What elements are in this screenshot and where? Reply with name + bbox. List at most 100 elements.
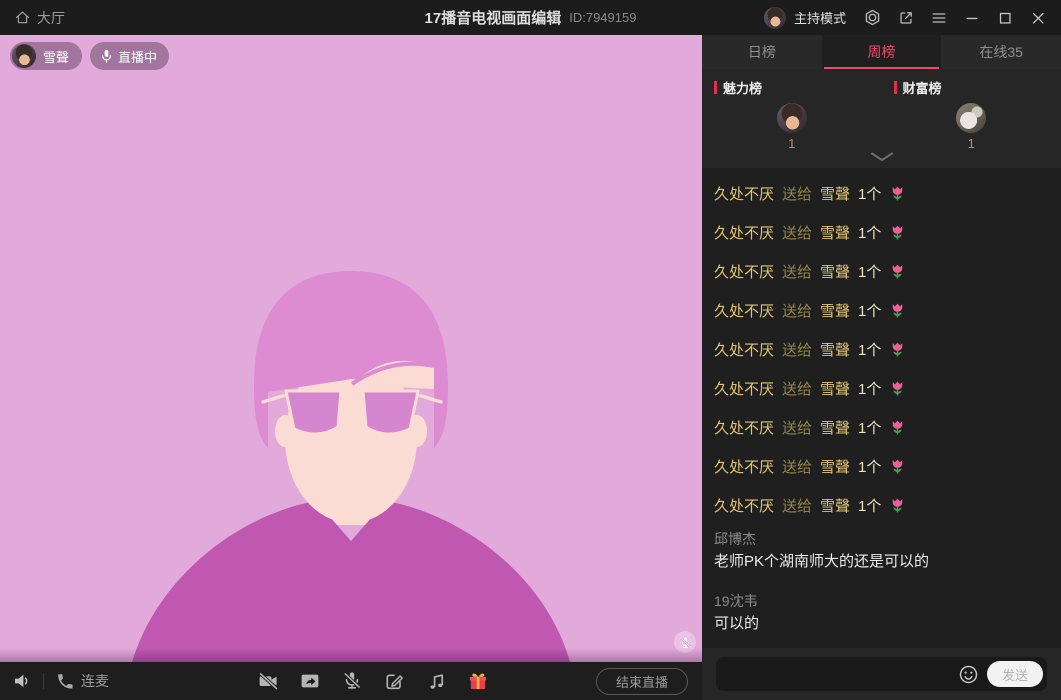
home-icon (14, 9, 31, 26)
lobby-button[interactable]: 大厅 (14, 8, 65, 28)
rank-column: 魅力榜 1 (702, 69, 882, 168)
title-bar: 大厅 17播音电视画面编辑 ID:7949159 主持模式 (0, 0, 1061, 35)
rank-column: 财富榜 1 (882, 69, 1061, 168)
streamer-illustration (0, 35, 702, 662)
speaker-button[interactable] (12, 671, 32, 691)
chat-input[interactable] (728, 666, 950, 682)
gift-action: 送给 (782, 339, 812, 360)
ranking-tabs: 日榜 周榜 在线35 (702, 35, 1061, 69)
chat-message: 邱博杰 老师PK个湖南师大的还是可以的 (714, 529, 1049, 572)
speaker-icon (12, 671, 32, 691)
tulip-icon (889, 263, 906, 280)
chat-sender: 19沈韦 (714, 591, 1049, 611)
host-mode-menu[interactable]: 主持模式 (764, 7, 848, 29)
gift-message: 久处不厌 送给 雪聲 1个 (714, 369, 1049, 408)
gift-recipient: 雪聲 (820, 183, 850, 204)
chevron-down-icon (870, 152, 894, 162)
rank-tab-label: 周榜 (868, 42, 896, 62)
rank-tab[interactable]: 在线35 (941, 35, 1061, 69)
tulip-icon (889, 380, 906, 397)
tulip-icon (889, 341, 906, 358)
camera-off-icon (257, 670, 279, 692)
minimize-icon (963, 9, 981, 27)
ranking-section: 魅力榜 1 财富榜 1 (702, 69, 1061, 168)
live-label: 直播中 (118, 47, 157, 66)
user-avatar (764, 7, 786, 29)
maximize-icon (996, 9, 1014, 27)
gift-action: 送给 (782, 300, 812, 321)
streamer-avatar (12, 44, 36, 68)
gift-action: 送给 (782, 495, 812, 516)
gift-amount: 1个 (858, 495, 881, 516)
hamburger-icon (930, 9, 948, 27)
rank-tab-label: 日榜 (748, 42, 776, 62)
send-button[interactable]: 发送 (987, 661, 1043, 687)
gift-recipient: 雪聲 (820, 261, 850, 282)
mic-toggle-button[interactable] (341, 670, 363, 692)
chat-message: 19沈韦 可以的 (714, 591, 1049, 634)
menu-button[interactable] (930, 9, 948, 27)
edit-button[interactable] (383, 670, 405, 692)
gift-recipient: 雪聲 (820, 456, 850, 477)
tulip-icon (889, 302, 906, 319)
rank-top-avatar[interactable] (777, 103, 807, 133)
gift-recipient: 雪聲 (820, 300, 850, 321)
chat-text: 可以的 (714, 614, 1049, 634)
lobby-label: 大厅 (37, 8, 65, 28)
screen-share-button[interactable] (299, 670, 321, 692)
popout-button[interactable] (897, 9, 915, 27)
chat-input-box: 发送 (716, 657, 1047, 691)
gift-amount: 1个 (858, 417, 881, 438)
close-icon (1029, 9, 1047, 27)
mic-icon (100, 49, 113, 63)
rank-title-label: 魅力榜 (723, 78, 762, 97)
maximize-button[interactable] (996, 9, 1014, 27)
rank-top-avatar[interactable] (956, 103, 986, 133)
gift-action: 送给 (782, 183, 812, 204)
gift-action: 送给 (782, 222, 812, 243)
rank-expand-toggle[interactable] (870, 149, 894, 167)
rank-tab[interactable]: 日榜 (702, 35, 822, 69)
rank-number: 1 (788, 136, 795, 151)
edit-icon (383, 670, 405, 692)
emoji-smile-icon (958, 664, 979, 685)
rank-tab[interactable]: 周榜 (822, 35, 942, 69)
window-title: 17播音电视画面编辑 ID:7949159 (425, 0, 637, 35)
camera-toggle-button[interactable] (257, 670, 279, 692)
gift-recipient: 雪聲 (820, 222, 850, 243)
streamer-name: 雪聲 (43, 47, 69, 66)
emoji-button[interactable] (958, 664, 979, 685)
mic-off-icon (679, 636, 692, 649)
rank-title-label: 财富榜 (903, 78, 942, 97)
room-id: ID:7949159 (569, 10, 636, 25)
settings-button[interactable] (863, 8, 882, 27)
gift-action: 送给 (782, 417, 812, 438)
gift-sender: 久处不厌 (714, 456, 774, 477)
gift-amount: 1个 (858, 300, 881, 321)
gift-action: 送给 (782, 378, 812, 399)
streamer-badge[interactable]: 雪聲 (10, 42, 82, 70)
gift-sender: 久处不厌 (714, 222, 774, 243)
minimize-button[interactable] (963, 9, 981, 27)
gift-sender: 久处不厌 (714, 417, 774, 438)
tulip-icon (889, 419, 906, 436)
voice-link-button[interactable]: 连麦 (55, 671, 109, 691)
gift-button[interactable] (467, 670, 489, 692)
rank-number: 1 (968, 136, 975, 151)
rank-tab-label: 在线35 (979, 42, 1023, 62)
music-button[interactable] (425, 670, 447, 692)
gift-recipient: 雪聲 (820, 417, 850, 438)
gift-amount: 1个 (858, 183, 881, 204)
end-stream-button[interactable]: 结束直播 (596, 668, 688, 695)
app-window: 大厅 17播音电视画面编辑 ID:7949159 主持模式 (0, 0, 1061, 700)
gift-sender: 久处不厌 (714, 495, 774, 516)
gift-amount: 1个 (858, 261, 881, 282)
close-button[interactable] (1029, 9, 1047, 27)
video-preview: 雪聲 直播中 (0, 35, 702, 662)
gift-message: 久处不厌 送给 雪聲 1个 (714, 330, 1049, 369)
gift-message: 久处不厌 送给 雪聲 1个 (714, 486, 1049, 525)
chat-composer: 发送 (702, 648, 1061, 700)
gift-amount: 1个 (858, 222, 881, 243)
page-title: 17播音电视画面编辑 (425, 7, 562, 28)
voice-link-label: 连麦 (81, 671, 109, 691)
